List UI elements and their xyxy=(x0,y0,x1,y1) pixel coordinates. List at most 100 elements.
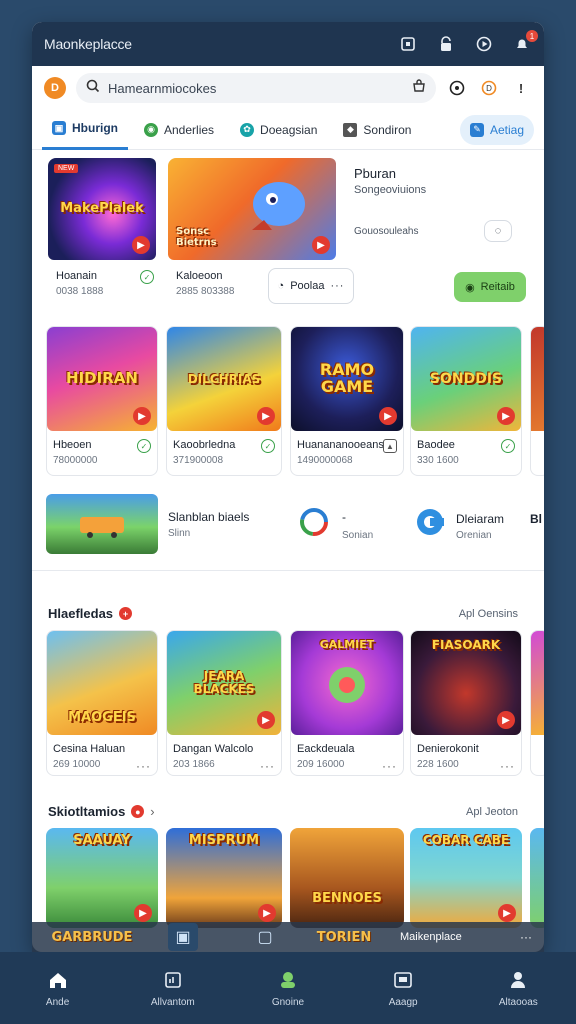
featured-thumb-1[interactable]: NEW MakePlalek ▶ xyxy=(48,158,156,260)
play-circle-icon[interactable] xyxy=(474,34,494,54)
strip-label-3[interactable]: Maikenplace xyxy=(394,931,520,943)
brand-logo-c-icon[interactable] xyxy=(414,506,446,538)
bookmark-icon[interactable]: ▲ xyxy=(383,439,397,453)
section-3-thumb-4[interactable]: COBAR CABE ▶ xyxy=(410,828,522,928)
section-2-thumb-title-1: MAOGEIS xyxy=(68,710,136,726)
app-logo[interactable]: D xyxy=(44,77,66,99)
section-2-card-2[interactable]: JEARA BLACKES ▶ Dangan Walcolo 203 1866 … xyxy=(166,630,282,776)
more-options-icon[interactable]: ··· xyxy=(260,759,275,773)
nav-item-home[interactable]: Ande xyxy=(18,969,98,1008)
section-2-thumb-4[interactable]: FIASOARK ▶ xyxy=(411,631,521,735)
section-2-card-4[interactable]: FIASOARK ▶ Denierokonit 228 1600 ··· xyxy=(410,630,522,776)
info-button[interactable]: ◌ xyxy=(484,220,512,242)
section-3-card-5-partial[interactable] xyxy=(530,828,544,928)
game-sub-1: 78000000 xyxy=(53,455,98,466)
game-card-2[interactable]: DILCHRIAS ▶ Kaoobrledna 371900008 ✓ xyxy=(166,326,282,476)
section-2-name-2: Dangan Walcolo xyxy=(173,743,254,755)
cart-icon[interactable] xyxy=(412,78,426,98)
play-badge-icon: ▶ xyxy=(257,407,275,425)
section-2-thumb-1[interactable]: MAOGEIS xyxy=(47,631,157,735)
strip-action-icon[interactable]: ▣ xyxy=(168,923,198,951)
notification-icon[interactable]: 1 xyxy=(512,30,538,54)
action-button[interactable]: ◔ Poolaa ··· xyxy=(268,268,354,304)
verified-icon: ✓ xyxy=(140,270,154,284)
featured-thumb-2[interactable]: Sonsc Bietrns ▶ xyxy=(168,158,336,260)
play-badge-icon: ▶ xyxy=(379,407,397,425)
section-2-thumb-3[interactable]: GALMIET xyxy=(291,631,403,735)
home-icon xyxy=(47,969,69,991)
section-2-card-3[interactable]: GALMIET Eackdeuala 209 16000 ··· xyxy=(290,630,404,776)
search-field[interactable]: Hamearnmiocokes xyxy=(76,73,436,103)
play-badge-icon: ▶ xyxy=(258,904,276,922)
game-thumb-1[interactable]: HIDIRAN ▶ xyxy=(47,327,157,431)
promo-thumb[interactable] xyxy=(46,494,158,554)
game-sub-2: 371900008 xyxy=(173,455,224,466)
section-3-card-4[interactable]: COBAR CABE ▶ xyxy=(410,828,522,928)
section-2-thumb-title-3: GALMIET xyxy=(319,638,375,651)
more-options-icon[interactable]: ··· xyxy=(520,930,532,944)
section-2-name-3: Eackdeuala xyxy=(297,743,355,755)
game-thumb-4[interactable]: SONDDIS ▶ xyxy=(411,327,521,431)
section-3-see-all[interactable]: Apl Jeoton xyxy=(466,806,518,818)
section-2-thumb-2[interactable]: JEARA BLACKES ▶ xyxy=(167,631,281,735)
strip-label-2[interactable]: TORIEN xyxy=(294,930,394,945)
section-2-card-5-partial[interactable] xyxy=(530,630,544,776)
section-3-thumb-2[interactable]: MISPRUM ▶ xyxy=(166,828,282,928)
app-window: Maonkeplacce 1 D Hamearnmiocokes D ! ▣ H… xyxy=(32,22,544,952)
section-3-thumb-1[interactable]: SAAUAY ▶ xyxy=(46,828,158,928)
tab-sondiron[interactable]: ◆ Sondiron xyxy=(333,110,421,150)
nav-item-apps[interactable]: Aaagp xyxy=(363,969,443,1008)
brand-logo-g-icon[interactable] xyxy=(298,506,330,538)
nav-item-account[interactable]: Altaooas xyxy=(478,969,558,1008)
game-card-1[interactable]: HIDIRAN ▶ Hbeoen 78000000 ✓ xyxy=(46,326,158,476)
section-2-card-1[interactable]: MAOGEIS Cesina Haluan 269 10000 ··· xyxy=(46,630,158,776)
lock-icon[interactable] xyxy=(436,34,456,54)
svg-text:D: D xyxy=(486,84,492,93)
tab-aetiag[interactable]: ✎ Aetiag xyxy=(459,114,534,145)
section-3-card-2[interactable]: MISPRUM ▶ xyxy=(166,828,282,928)
tab-doeagsian[interactable]: ✿ Doeagsian xyxy=(230,110,327,150)
featured-card-1[interactable]: NEW MakePlalek ▶ Hoanain 0038 1888 ✓ xyxy=(48,158,158,308)
more-options-icon[interactable]: ··· xyxy=(382,759,397,773)
game-card-3[interactable]: RAMO GAME ▶ Huanananooeans 1490000068 ▲ xyxy=(290,326,404,476)
train-illustration xyxy=(80,517,124,538)
section-3-card-1[interactable]: SAAUAY ▶ xyxy=(46,828,158,928)
play-badge-icon: ▶ xyxy=(132,236,150,254)
tab-anderlies[interactable]: ◉ Anderlies xyxy=(134,110,224,150)
section-2-name-4: Denierokonit xyxy=(417,743,479,755)
nav-item-analytics[interactable]: Allvantom xyxy=(133,969,213,1008)
game-card-4[interactable]: SONDDIS ▶ Baodee 330 1600 ✓ xyxy=(410,326,522,476)
tag-icon: ✎ xyxy=(469,122,484,137)
design-icon: ✿ xyxy=(240,122,255,137)
search-input[interactable]: Hamearnmiocokes xyxy=(108,81,404,96)
more-options-icon[interactable]: ··· xyxy=(136,759,151,773)
new-tag: NEW xyxy=(54,164,79,173)
verified-icon: ✓ xyxy=(501,439,515,453)
brand2-title: Dleiaram xyxy=(456,512,505,526)
mascot-illustration xyxy=(252,182,305,230)
chevron-right-icon[interactable]: › xyxy=(150,804,154,819)
more-vert-icon[interactable]: ! xyxy=(510,77,532,99)
section-2-see-all[interactable]: Apl Oensins xyxy=(459,608,518,620)
section-3-thumb-3[interactable]: BENNOES xyxy=(290,828,404,928)
currency-icon[interactable]: D xyxy=(478,77,500,99)
primary-action-button[interactable]: ◉ Reitaib xyxy=(454,272,526,302)
section-3-card-3[interactable]: BENNOES xyxy=(290,828,404,928)
download-icon[interactable] xyxy=(398,34,418,54)
strip-label-1[interactable]: GARBRUDE xyxy=(32,930,152,945)
compass-icon[interactable] xyxy=(446,77,468,99)
strip-box-icon[interactable]: ▢ xyxy=(250,923,280,951)
category-tabs: ▣ Hburign ◉ Anderlies ✿ Doeagsian ◆ Sond… xyxy=(32,110,544,150)
game-sub-4: 330 1600 xyxy=(417,455,459,466)
nav-item-community[interactable]: Gnoine xyxy=(248,969,328,1008)
game-thumb-2[interactable]: DILCHRIAS ▶ xyxy=(167,327,281,431)
play-badge-icon: ▶ xyxy=(257,711,275,729)
search-row: D Hamearnmiocokes D ! xyxy=(32,66,544,110)
game-card-5-partial[interactable] xyxy=(530,326,544,476)
tab-hburign[interactable]: ▣ Hburign xyxy=(42,110,128,150)
app-window-icon xyxy=(392,969,414,991)
play-badge-icon: ▶ xyxy=(497,407,515,425)
game-thumb-3[interactable]: RAMO GAME ▶ xyxy=(291,327,403,431)
more-options-icon[interactable]: ··· xyxy=(500,759,515,773)
brand2-sub: Orenian xyxy=(456,530,492,541)
